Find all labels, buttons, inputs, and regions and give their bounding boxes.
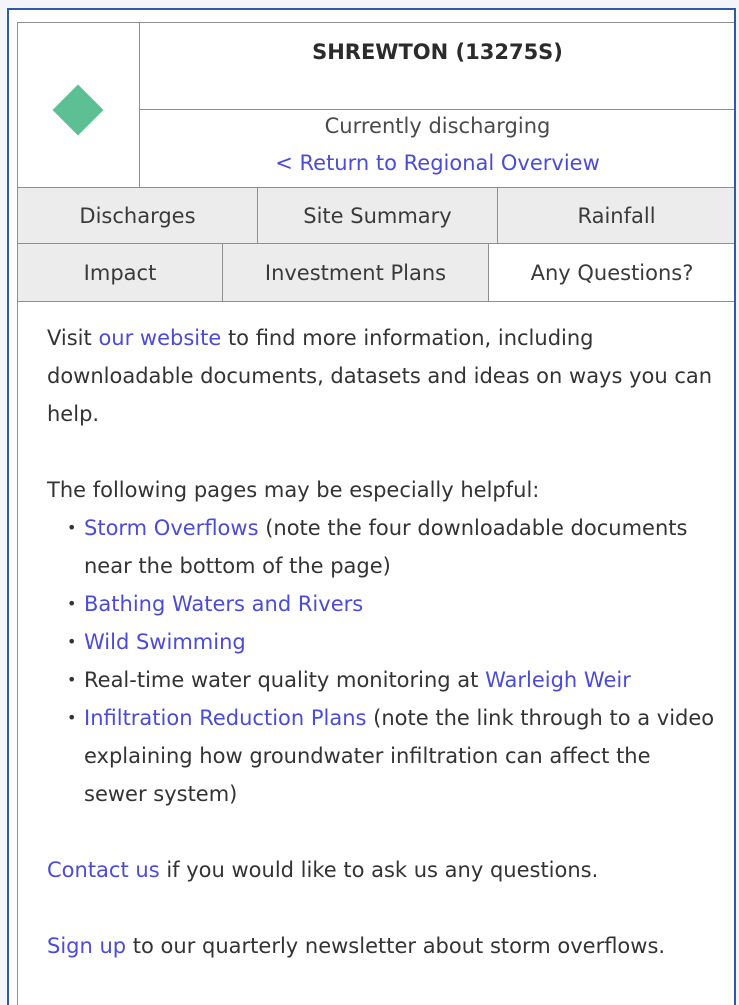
questions-content: Visit our website to find more informati… (47, 319, 717, 965)
site-title: SHREWTON (13275S) (140, 23, 734, 110)
tab-row-1: Discharges Site Summary Rainfall (18, 188, 734, 244)
bullet-icon: • (67, 518, 77, 537)
tab-site-summary[interactable]: Site Summary (258, 188, 498, 243)
bullet-icon: • (67, 670, 77, 689)
sign-up-link[interactable]: Sign up (47, 934, 126, 958)
list-item: • Wild Swimming (47, 623, 717, 661)
tab-discharges[interactable]: Discharges (18, 188, 258, 243)
infiltration-reduction-plans-link[interactable]: Infiltration Reduction Plans (84, 706, 366, 730)
wild-swimming-link[interactable]: Wild Swimming (84, 630, 246, 654)
list-item: • Bathing Waters and Rivers (47, 585, 717, 623)
our-website-link[interactable]: our website (98, 326, 221, 350)
tab-impact[interactable]: Impact (18, 244, 223, 301)
intro-paragraph: Visit our website to find more informati… (47, 326, 713, 426)
list-item: • Real-time water quality monitoring at W… (47, 661, 717, 699)
diamond-icon (52, 84, 104, 136)
bathing-waters-link[interactable]: Bathing Waters and Rivers (84, 592, 363, 616)
warleigh-weir-link[interactable]: Warleigh Weir (485, 668, 631, 692)
site-symbol-cell (18, 23, 140, 187)
list-item: • Storm Overflows (note the four download… (47, 509, 717, 585)
tab-any-questions[interactable]: Any Questions? (489, 244, 734, 301)
bullet-icon: • (67, 632, 77, 651)
site-header: SHREWTON (13275S) Currently discharging … (18, 23, 734, 188)
tab-row-2: Impact Investment Plans Any Questions? (18, 244, 734, 302)
site-popup-panel: SHREWTON (13275S) Currently discharging … (7, 8, 736, 1005)
bullet-icon: • (67, 708, 77, 727)
contact-paragraph: Contact us if you would like to ask us a… (47, 858, 599, 882)
return-to-regional-overview-link[interactable]: < Return to Regional Overview (140, 151, 734, 175)
contact-us-link[interactable]: Contact us (47, 858, 160, 882)
bullet-icon: • (67, 594, 77, 613)
tab-investment-plans[interactable]: Investment Plans (223, 244, 489, 301)
storm-overflows-link[interactable]: Storm Overflows (84, 516, 259, 540)
helpful-pages-list: • Storm Overflows (note the four download… (47, 509, 717, 813)
helpful-heading: The following pages may be especially he… (47, 478, 540, 502)
signup-paragraph: Sign up to our quarterly newsletter abou… (47, 934, 666, 958)
discharge-status: Currently discharging (324, 114, 551, 138)
list-item: • Infiltration Reduction Plans (note the … (47, 699, 717, 813)
popup-inner: SHREWTON (13275S) Currently discharging … (17, 22, 734, 1005)
tab-rainfall[interactable]: Rainfall (498, 188, 734, 243)
